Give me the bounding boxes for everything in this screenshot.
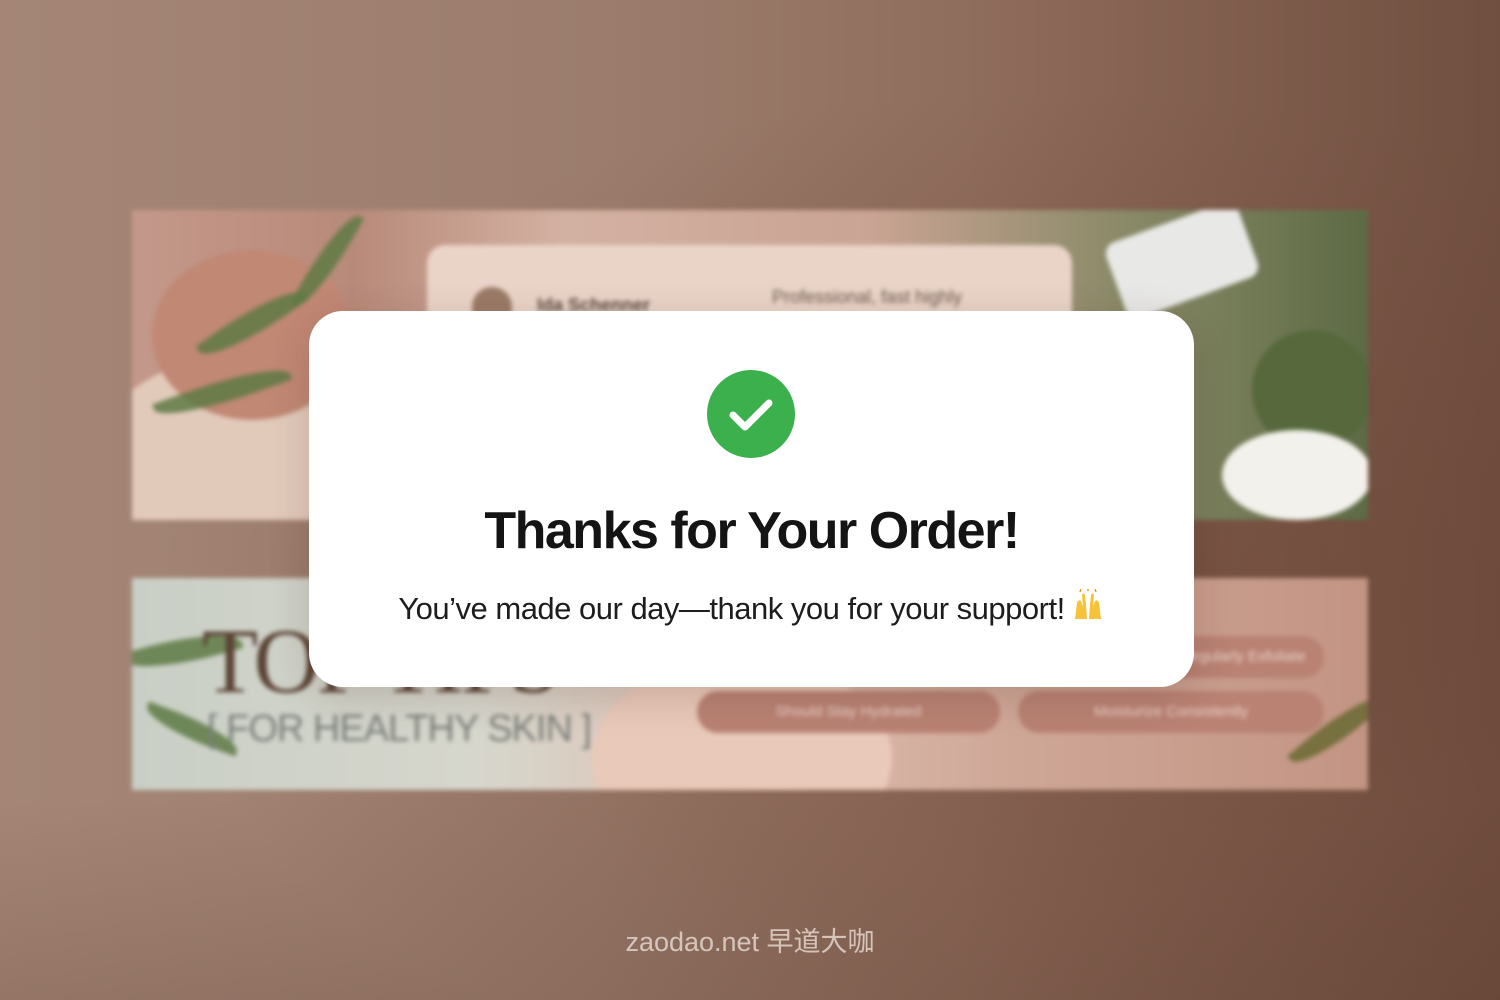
modal-title: Thanks for Your Order! <box>484 502 1020 560</box>
raising-hands-icon <box>1071 588 1105 631</box>
modal-message-row: You’ve made our day—thank you for your s… <box>309 588 1194 631</box>
modal-message: You’ve made our day—thank you for your s… <box>398 591 1065 626</box>
order-confirmation-modal: Thanks for Your Order! You’ve made our d… <box>309 311 1194 687</box>
white-flowers <box>1222 430 1368 520</box>
check-mark-icon <box>729 399 773 431</box>
tip-pill: Moisturize Consistently <box>1018 691 1324 733</box>
watermark: zaodao.net 早道大咖 <box>625 927 875 957</box>
check-circle-icon <box>707 370 795 458</box>
review-quote: Professional, fast highly <box>772 287 963 307</box>
tips-subtitle: [ FOR HEALTHY SKIN ] <box>207 708 592 750</box>
banner-shape <box>1102 210 1262 322</box>
background-shade-bottom <box>0 800 1500 1000</box>
tip-pill: Should Stay Hydrated <box>697 691 1000 733</box>
